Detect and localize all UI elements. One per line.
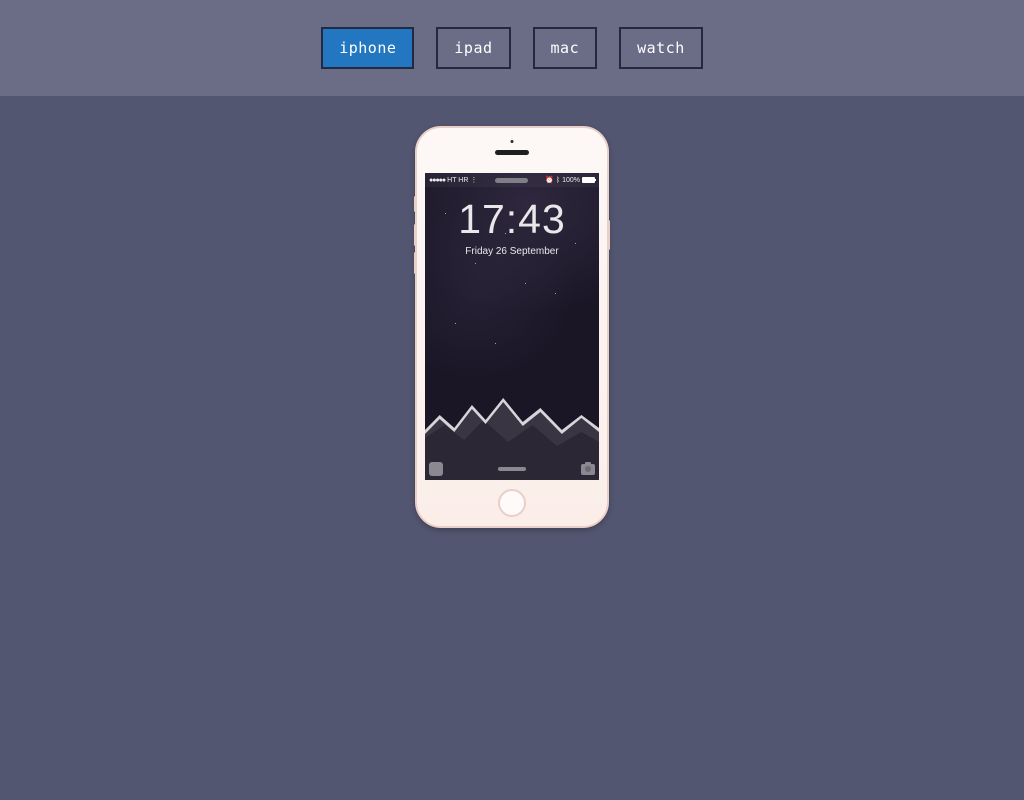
alarm-icon: ⏰ [545, 176, 554, 184]
battery-icon [582, 177, 595, 183]
phone-screen: ●●●●● HT HR ⋮ ⏰ ᛒ 100% 17:43 Friday 26 S… [425, 173, 599, 480]
wifi-icon: ⋮ [470, 176, 477, 184]
tab-watch[interactable]: watch [619, 27, 703, 69]
signal-icon: ●●●●● [429, 177, 445, 184]
slide-grabber-icon [498, 467, 526, 471]
lockscreen-bottom-bar [429, 462, 595, 476]
device-tabs: iphone ipad mac watch [0, 0, 1024, 96]
control-center-icon [429, 462, 443, 476]
carrier-label: HT HR [447, 177, 468, 184]
mute-switch [414, 196, 417, 212]
volume-down-button [414, 252, 417, 274]
status-pill [495, 178, 528, 183]
lockscreen-time: 17:43 [425, 199, 599, 240]
front-camera-icon [511, 140, 514, 143]
power-button [607, 220, 610, 250]
lockscreen-clock: 17:43 Friday 26 September [425, 199, 599, 257]
iphone-mockup: ●●●●● HT HR ⋮ ⏰ ᛒ 100% 17:43 Friday 26 S… [415, 126, 609, 528]
status-bar: ●●●●● HT HR ⋮ ⏰ ᛒ 100% [425, 173, 599, 187]
camera-icon [581, 464, 595, 475]
bluetooth-icon: ᛒ [556, 177, 560, 184]
tab-mac[interactable]: mac [533, 27, 598, 69]
lockscreen-date: Friday 26 September [425, 246, 599, 257]
home-button [498, 489, 526, 517]
battery-text: 100% [562, 177, 580, 184]
tab-iphone[interactable]: iphone [321, 27, 414, 69]
tab-ipad[interactable]: ipad [436, 27, 510, 69]
earpiece-speaker [495, 150, 529, 155]
device-stage: ●●●●● HT HR ⋮ ⏰ ᛒ 100% 17:43 Friday 26 S… [0, 96, 1024, 528]
volume-up-button [414, 224, 417, 246]
